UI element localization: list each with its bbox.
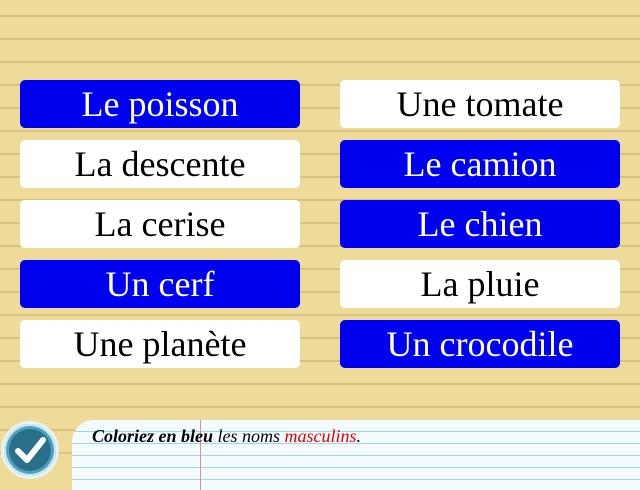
word-tile-la-cerise[interactable]: La cerise <box>20 200 300 248</box>
validate-button[interactable] <box>1 421 59 479</box>
word-tile-un-crocodile[interactable]: Un crocodile <box>340 320 620 368</box>
word-tile-la-pluie[interactable]: La pluie <box>340 260 620 308</box>
word-tile-une-planete[interactable]: Une planète <box>20 320 300 368</box>
word-tile-la-descente[interactable]: La descente <box>20 140 300 188</box>
word-tile-un-cerf[interactable]: Un cerf <box>20 260 300 308</box>
word-tile-le-camion[interactable]: Le camion <box>340 140 620 188</box>
instruction-action: Coloriez en bleu <box>92 426 214 446</box>
word-grid: Le poisson Une tomate La descente Le cam… <box>20 80 620 368</box>
instruction-text: Coloriez en bleu les noms masculins. <box>92 426 361 447</box>
checkmark-icon <box>9 429 51 471</box>
instruction-end: . <box>356 426 362 446</box>
word-tile-une-tomate[interactable]: Une tomate <box>340 80 620 128</box>
word-tile-le-chien[interactable]: Le chien <box>340 200 620 248</box>
instruction-keyword: masculins <box>284 426 357 446</box>
instruction-middle: les noms <box>213 426 285 446</box>
word-tile-le-poisson[interactable]: Le poisson <box>20 80 300 128</box>
